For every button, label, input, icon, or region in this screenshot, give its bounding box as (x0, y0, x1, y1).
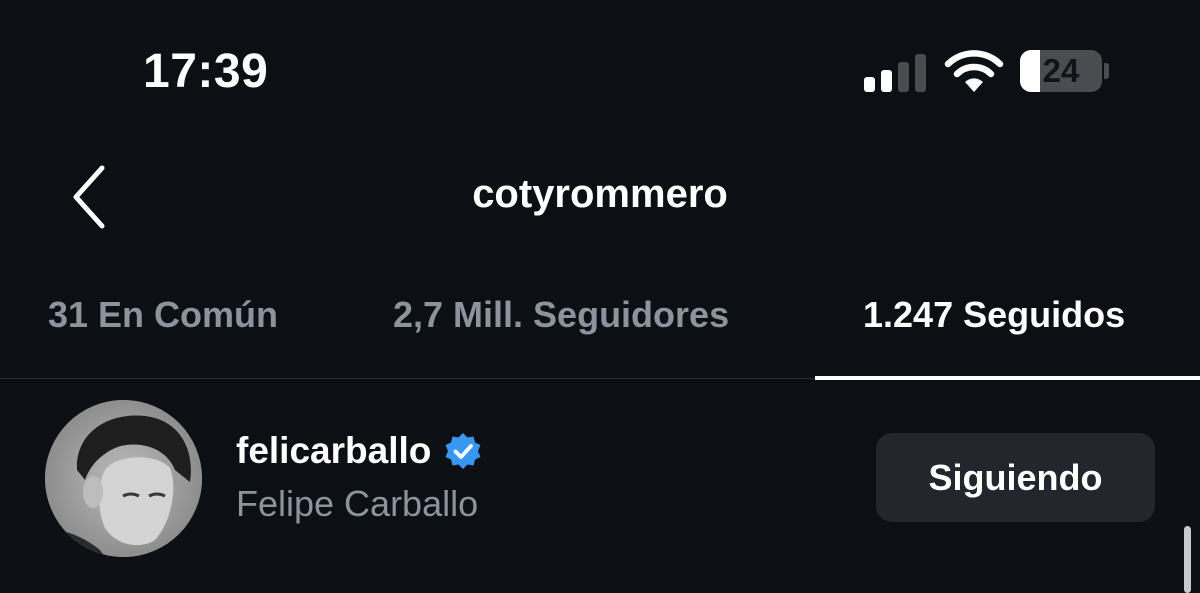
active-tab-indicator (815, 376, 1200, 380)
page-title: cotyrommero (472, 172, 728, 216)
battery-icon: 24 (1020, 50, 1102, 92)
tab-following[interactable]: 1.247 Seguidos (863, 294, 1125, 336)
verified-badge-icon (445, 433, 481, 469)
tab-bar: 31 En Común 2,7 Mill. Seguidores 1.247 S… (0, 280, 1200, 380)
tab-mutual[interactable]: 31 En Común (48, 294, 278, 336)
avatar[interactable] (45, 400, 202, 557)
status-time: 17:39 (143, 45, 269, 98)
full-name: Felipe Carballo (236, 483, 479, 524)
cellular-signal-icon (864, 54, 928, 92)
status-bar: 17:39 24 (0, 0, 1200, 140)
tab-followers[interactable]: 2,7 Mill. Seguidores (393, 294, 729, 336)
username-line: felicarballo (236, 430, 483, 472)
list-item[interactable]: felicarballo Felipe Carballo Siguiendo (0, 395, 1200, 565)
scrollbar[interactable] (1184, 526, 1191, 593)
battery-tip (1104, 63, 1109, 79)
battery-level: 24 (1042, 52, 1080, 89)
avatar-image (45, 400, 202, 557)
nav-header: cotyrommero (0, 150, 1200, 240)
following-button[interactable]: Siguiendo (876, 433, 1155, 522)
username[interactable]: felicarballo (236, 430, 431, 472)
wifi-icon (944, 50, 1004, 92)
